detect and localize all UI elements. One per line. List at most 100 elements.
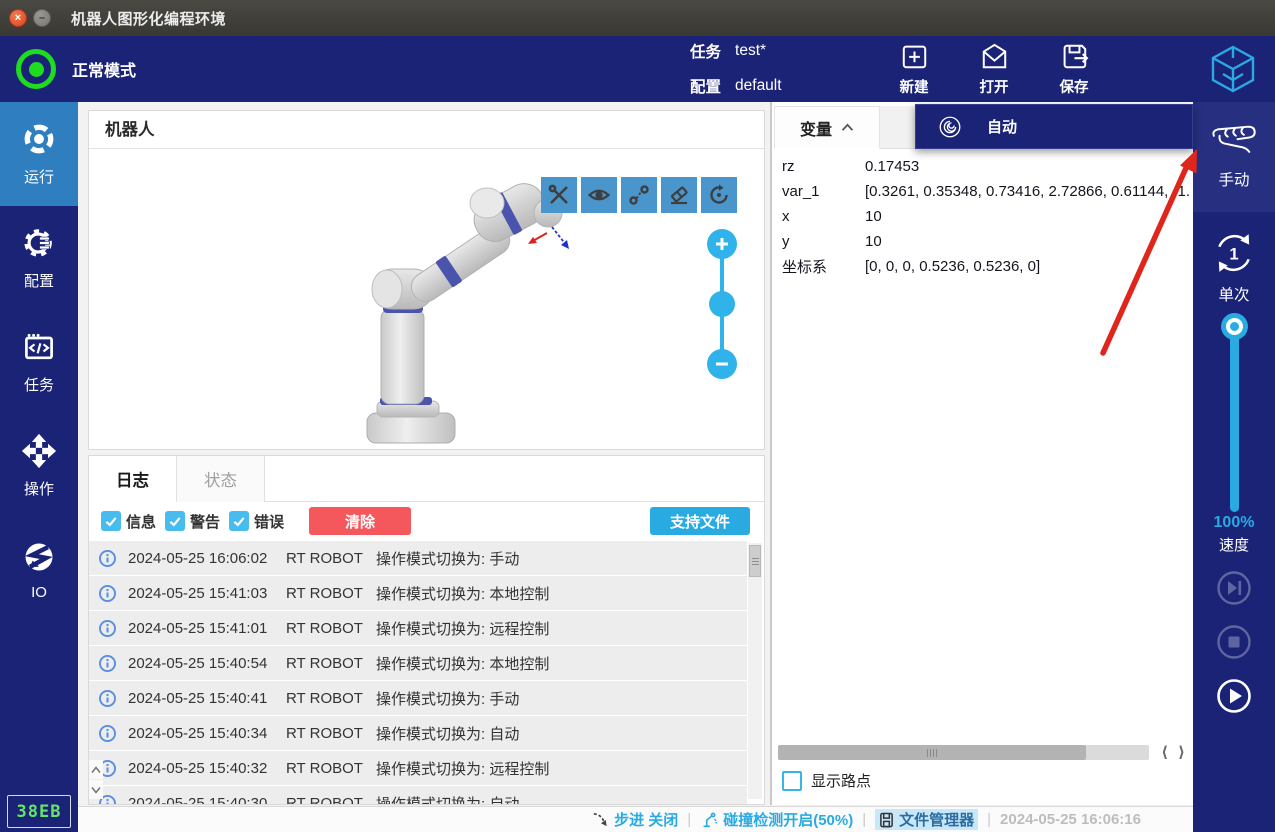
waypoint-path-icon	[627, 183, 651, 207]
zoom-out-button[interactable]	[707, 349, 737, 379]
show-waypoints-option[interactable]: 显示路点	[782, 770, 871, 791]
tools-icon	[547, 183, 571, 207]
auto-mode-spiral-icon	[935, 112, 965, 142]
log-filter-checkbox[interactable]: 信息	[101, 511, 156, 532]
right-sidebar: 手动 1 单次 100% 速度	[1193, 102, 1275, 832]
stop-button[interactable]	[1217, 625, 1251, 659]
sidebar-item-config[interactable]: 配置	[0, 206, 78, 310]
skip-step-icon	[1217, 571, 1251, 605]
step-arrow-icon	[592, 811, 609, 828]
window-close-button[interactable]: ×	[9, 9, 27, 27]
collapse-chevron-up-icon	[841, 123, 854, 132]
log-row[interactable]: 2024-05-25 15:40:34 RT ROBOT 操作模式切换为: 自动	[89, 716, 747, 750]
scroll-left-button[interactable]: ⟨	[1161, 743, 1168, 761]
scroll-up-button[interactable]	[89, 760, 103, 779]
variables-hscrollbar-thumb[interactable]	[778, 745, 1086, 760]
sidebar-item-task[interactable]: 任务	[0, 310, 78, 414]
app-logo-cube-icon	[1209, 44, 1257, 99]
view-toolbar	[541, 177, 737, 213]
variable-rows: rz 0.17453 var_1 [0.3261, 0.35348, 0.734…	[772, 154, 1191, 279]
open-file-icon	[978, 40, 1011, 73]
left-sidebar: 运行 配置 任务 操作	[0, 102, 78, 832]
eraser-icon	[667, 183, 691, 207]
file-manager-button[interactable]: 文件管理器	[875, 809, 978, 830]
variable-row[interactable]: var_1 [0.3261, 0.35348, 0.73416, 2.72866…	[772, 179, 1191, 204]
log-row[interactable]: 2024-05-25 15:40:54 RT ROBOT 操作模式切换为: 本地…	[89, 646, 747, 680]
task-value: test*	[735, 42, 766, 60]
play-button[interactable]	[1217, 679, 1251, 713]
zoom-in-button[interactable]	[707, 229, 737, 259]
log-row[interactable]: 2024-05-25 15:41:03 RT ROBOT 操作模式切换为: 本地…	[89, 576, 747, 610]
step-run-button[interactable]	[1217, 571, 1251, 605]
manual-mode-button[interactable]: 手动	[1193, 102, 1275, 212]
info-icon	[98, 654, 117, 673]
log-filter-checkbox[interactable]: 警告	[165, 511, 220, 532]
separator: |	[862, 811, 866, 828]
window-title: 机器人图形化编程环境	[71, 8, 226, 29]
mode-indicator: 正常模式	[16, 36, 136, 102]
log-row[interactable]: 2024-05-25 16:06:02 RT ROBOT 操作模式切换为: 手动	[89, 541, 747, 575]
single-run-button[interactable]: 1 单次	[1193, 230, 1275, 305]
log-list: 2024-05-25 16:06:02 RT ROBOT 操作模式切换为: 手动…	[89, 541, 747, 805]
task-label: 任务	[690, 40, 721, 62]
robot-3d-panel: 机器人	[88, 110, 765, 450]
info-icon	[98, 619, 117, 638]
visibility-button[interactable]	[581, 177, 617, 213]
info-icon	[98, 724, 117, 743]
sidebar-item-operate[interactable]: 操作	[0, 414, 78, 518]
info-icon	[98, 549, 117, 568]
log-scrollbar-thumb[interactable]	[749, 545, 761, 577]
scroll-down-button[interactable]	[89, 780, 103, 799]
open-task-button[interactable]: 打开	[961, 40, 1027, 100]
step-mode-status[interactable]: 步进 关闭	[592, 809, 678, 830]
variable-row[interactable]: y 10	[772, 229, 1191, 254]
window-minimize-button[interactable]: –	[33, 9, 51, 27]
log-filters: 信息 警告 错误	[101, 511, 284, 532]
sidebar-item-io[interactable]: IO	[0, 518, 78, 622]
variable-row[interactable]: rz 0.17453	[772, 154, 1191, 179]
top-header: 正常模式 任务 test* 配置 default 新建 打开	[0, 36, 1275, 102]
log-row[interactable]: 2024-05-25 15:40:32 RT ROBOT 操作模式切换为: 远程…	[89, 751, 747, 785]
support-file-button[interactable]: 支持文件	[650, 507, 750, 535]
log-scrollbar[interactable]	[748, 543, 762, 799]
move-arrows-icon	[21, 433, 57, 469]
collision-detection-status[interactable]: 碰撞检测开启(50%)	[700, 809, 853, 830]
tab-status[interactable]: 状态	[177, 456, 265, 502]
speed-slider-track[interactable]	[1230, 326, 1239, 512]
robot-panel-title: 机器人	[89, 111, 764, 149]
variables-header-tab[interactable]: 变量	[774, 106, 880, 149]
variable-row[interactable]: 坐标系 [0, 0, 0, 0.5236, 0.5236, 0]	[772, 254, 1191, 279]
chevron-up-icon	[91, 766, 101, 774]
variables-hscrollbar[interactable]	[778, 745, 1149, 760]
log-row[interactable]: 2024-05-25 15:40:41 RT ROBOT 操作模式切换为: 手动	[89, 681, 747, 715]
checkbox-checked-icon	[229, 511, 249, 531]
speed-slider-handle[interactable]	[1221, 313, 1248, 340]
new-task-button[interactable]: 新建	[881, 40, 947, 100]
erase-button[interactable]	[661, 177, 697, 213]
log-row[interactable]: 2024-05-25 15:41:01 RT ROBOT 操作模式切换为: 远程…	[89, 611, 747, 645]
config-gear-icon	[21, 225, 57, 261]
path-button[interactable]	[621, 177, 657, 213]
log-filter-checkbox[interactable]: 错误	[229, 511, 284, 532]
mode-dropdown-item-auto[interactable]: 自动	[915, 104, 1193, 149]
file-manager-disk-icon	[879, 812, 894, 828]
variable-row[interactable]: x 10	[772, 204, 1191, 229]
scroll-right-button[interactable]: ⟩	[1178, 743, 1185, 761]
log-row[interactable]: 2024-05-25 15:40:30 RT ROBOT 操作模式切换为: 自动	[89, 786, 747, 805]
tools-button[interactable]	[541, 177, 577, 213]
zoom-slider-handle[interactable]	[709, 291, 735, 317]
task-code-icon	[21, 329, 57, 365]
sidebar-item-run[interactable]: 运行	[0, 102, 78, 206]
eye-icon	[587, 183, 611, 207]
play-icon	[1217, 679, 1251, 713]
clear-log-button[interactable]: 清除	[309, 507, 411, 535]
save-icon	[1058, 40, 1091, 73]
speed-readout: 100% 速度	[1193, 514, 1275, 555]
variables-panel: 变量 rz 0.17453 var_1 [0.3261, 0.35348, 0.…	[770, 102, 1193, 805]
status-timestamp: 2024-05-25 16:06:16	[1000, 811, 1141, 828]
mode-label: 正常模式	[72, 57, 136, 81]
reset-view-button[interactable]	[701, 177, 737, 213]
save-task-button[interactable]: 保存	[1041, 40, 1107, 100]
tab-log[interactable]: 日志	[89, 456, 177, 502]
new-file-icon	[898, 40, 931, 73]
